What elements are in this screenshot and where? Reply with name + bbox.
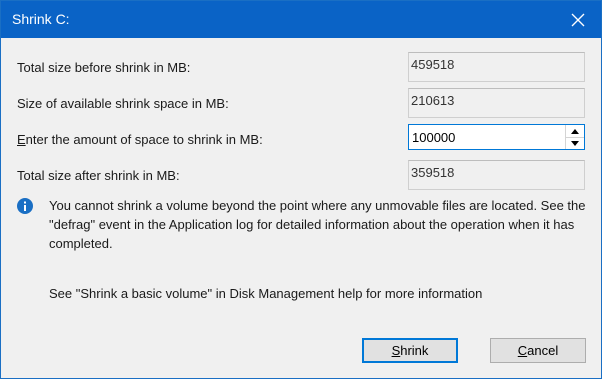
total-after-label: Total size after shrink in MB: bbox=[17, 168, 180, 183]
arrow-up-icon bbox=[571, 128, 579, 134]
help-reference-text: See "Shrink a basic volume" in Disk Mana… bbox=[49, 286, 483, 301]
spin-buttons bbox=[565, 125, 584, 149]
shrink-amount-label: Enter the amount of space to shrink in M… bbox=[17, 132, 263, 147]
cancel-button[interactable]: Cancel bbox=[490, 338, 586, 363]
close-icon bbox=[571, 13, 585, 26]
available-shrink-label: Size of available shrink space in MB: bbox=[17, 96, 229, 111]
cancel-mnemonic: C bbox=[517, 343, 528, 358]
shrink-label-text: hrink bbox=[400, 343, 429, 358]
shrink-amount-mnemonic: E bbox=[17, 132, 26, 147]
title-bar[interactable]: Shrink C: bbox=[1, 1, 601, 38]
dialog-body: Total size before shrink in MB: 459518 S… bbox=[1, 38, 601, 378]
shrink-mnemonic: S bbox=[391, 343, 401, 358]
shrink-amount-input[interactable] bbox=[409, 125, 565, 149]
total-after-value: 359518 bbox=[408, 160, 585, 190]
total-before-value: 459518 bbox=[408, 52, 585, 82]
shrink-amount-label-text: nter the amount of space to shrink in MB… bbox=[25, 132, 263, 147]
info-message: You cannot shrink a volume beyond the po… bbox=[49, 198, 586, 251]
info-icon bbox=[17, 198, 33, 214]
total-before-label: Total size before shrink in MB: bbox=[17, 60, 191, 75]
shrink-dialog: Shrink C: Total size before shrink in MB… bbox=[0, 0, 602, 379]
available-shrink-value: 210613 bbox=[408, 88, 585, 118]
shrink-button[interactable]: Shrink bbox=[362, 338, 458, 363]
arrow-down-icon bbox=[571, 140, 579, 146]
spin-down-button[interactable] bbox=[566, 137, 584, 149]
cancel-label-text: ancel bbox=[527, 343, 559, 358]
close-button[interactable] bbox=[555, 1, 601, 38]
shrink-amount-spinbox[interactable] bbox=[408, 124, 585, 150]
window-title: Shrink C: bbox=[12, 11, 70, 27]
